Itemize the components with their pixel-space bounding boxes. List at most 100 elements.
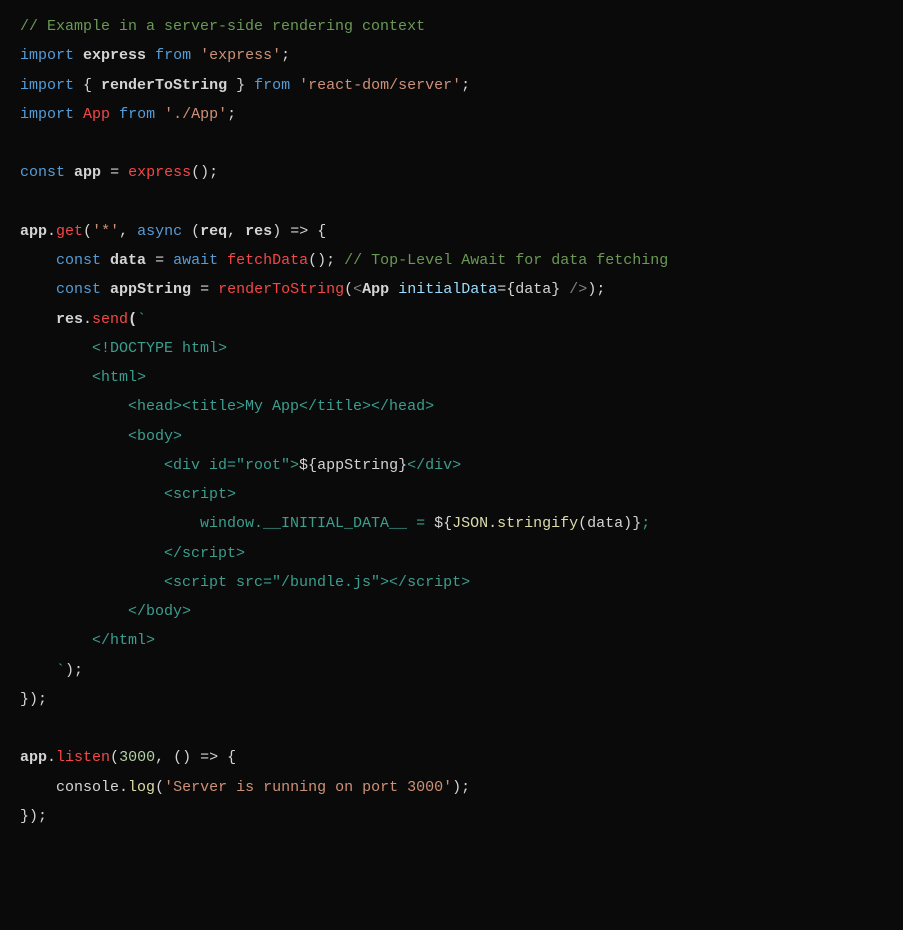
code-line: const data = await fetchData(); // Top-L…: [20, 252, 668, 269]
template-content: </body>: [20, 603, 191, 620]
code-line: res.send(`: [20, 311, 146, 328]
template-content: <html>: [20, 369, 146, 386]
jsx-attr: initialData: [398, 281, 497, 298]
string: 'react-dom/server': [299, 77, 461, 94]
comment: // Example in a server-side rendering co…: [20, 18, 425, 35]
identifier: console: [56, 779, 119, 796]
keyword-from: from: [155, 47, 191, 64]
interp-close: }: [398, 457, 407, 474]
identifier: data: [515, 281, 551, 298]
punct: ;: [227, 106, 236, 123]
punct: }: [551, 281, 569, 298]
identifier: app: [20, 749, 47, 766]
code-line: </body>: [20, 603, 191, 620]
template-content: ;: [641, 515, 650, 532]
keyword-await: await: [173, 252, 218, 269]
code-line: import App from './App';: [20, 106, 236, 123]
template-content: <div id="root">: [20, 457, 299, 474]
comment: // Top-Level Await for data fetching: [344, 252, 668, 269]
template-content: <body>: [20, 428, 182, 445]
string: 'Server is running on port 3000': [164, 779, 452, 796]
identifier: appString: [317, 457, 398, 474]
identifier: data: [110, 252, 146, 269]
punct: .: [83, 311, 92, 328]
punct: , () => {: [155, 749, 236, 766]
string: '*': [92, 223, 119, 240]
punct: ) => {: [272, 223, 326, 240]
template-content: <!DOCTYPE html>: [20, 340, 227, 357]
operator: =: [110, 164, 119, 181]
code-line: app.listen(3000, () => {: [20, 749, 236, 766]
template-content: window.__INITIAL_DATA__ =: [20, 515, 434, 532]
punct: );: [65, 662, 83, 679]
punct: (: [128, 311, 137, 328]
keyword-const: const: [56, 252, 101, 269]
jsx-bracket: <: [353, 281, 362, 298]
code-line: app.get('*', async (req, res) => {: [20, 223, 326, 240]
punct: (: [344, 281, 353, 298]
code-line: });: [20, 691, 47, 708]
number: 3000: [119, 749, 155, 766]
template-close: `: [20, 662, 65, 679]
identifier: res: [56, 311, 83, 328]
code-line: <body>: [20, 428, 182, 445]
punct: ;: [461, 77, 470, 94]
interp-close: }: [632, 515, 641, 532]
code-line: import express from 'express';: [20, 47, 290, 64]
code-line: const appString = renderToString(<App in…: [20, 281, 605, 298]
template-content: <head><title>My App</title></head>: [20, 398, 434, 415]
string: './App': [164, 106, 227, 123]
method: get: [56, 223, 83, 240]
string: 'express': [200, 47, 281, 64]
interp-open: ${: [299, 457, 317, 474]
template-content: <script src="/bundle.js"></script>: [20, 574, 470, 591]
keyword-async: async: [137, 223, 182, 240]
punct: .: [488, 515, 497, 532]
code-line: <script>: [20, 486, 236, 503]
keyword-from: from: [119, 106, 155, 123]
keyword-const: const: [20, 164, 65, 181]
keyword-const: const: [56, 281, 101, 298]
punct: }: [227, 77, 245, 94]
method: send: [92, 311, 128, 328]
keyword-from: from: [254, 77, 290, 94]
keyword-import: import: [20, 106, 74, 123]
function-call: express: [128, 164, 191, 181]
code-line: `);: [20, 662, 83, 679]
punct: =: [497, 281, 506, 298]
punct: {: [83, 77, 101, 94]
identifier: app: [74, 164, 101, 181]
punct: });: [20, 691, 47, 708]
punct: (: [110, 749, 119, 766]
code-line: });: [20, 808, 47, 825]
punct: (: [83, 223, 92, 240]
code-editor[interactable]: // Example in a server-side rendering co…: [20, 12, 883, 831]
keyword-import: import: [20, 77, 74, 94]
punct: ): [623, 515, 632, 532]
code-line: </script>: [20, 545, 245, 562]
method: log: [128, 779, 155, 796]
punct: (: [155, 779, 164, 796]
operator: =: [155, 252, 164, 269]
punct: ,: [119, 223, 137, 240]
punct: (: [191, 223, 200, 240]
punct: (: [578, 515, 587, 532]
method: listen: [56, 749, 110, 766]
jsx-bracket: />: [569, 281, 587, 298]
interp-open: ${: [434, 515, 452, 532]
jsx-component: App: [362, 281, 389, 298]
punct: ();: [191, 164, 218, 181]
keyword-import: import: [20, 47, 74, 64]
function-call: fetchData: [227, 252, 308, 269]
identifier: JSON: [452, 515, 488, 532]
punct: {: [506, 281, 515, 298]
operator: =: [200, 281, 209, 298]
punct: );: [587, 281, 605, 298]
punct: ();: [308, 252, 344, 269]
code-line: window.__INITIAL_DATA__ = ${JSON.stringi…: [20, 515, 650, 532]
code-line: // Example in a server-side rendering co…: [20, 18, 425, 35]
template-open: `: [137, 311, 146, 328]
code-line: <div id="root">${appString}</div>: [20, 457, 461, 474]
code-line: const app = express();: [20, 164, 218, 181]
identifier: App: [83, 106, 110, 123]
